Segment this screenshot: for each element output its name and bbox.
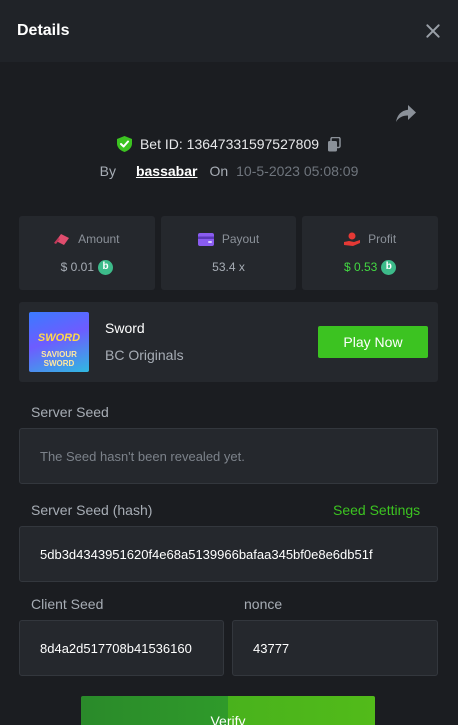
username-link[interactable]: bassabar — [136, 163, 197, 179]
amount-value-row: $ 0.01 b — [60, 259, 114, 275]
shield-check-icon — [116, 136, 132, 152]
server-hash-label: Server Seed (hash) — [31, 502, 153, 518]
server-seed-label: Server Seed — [31, 404, 109, 420]
payout-card: Payout 53.4 x — [160, 216, 297, 290]
bet-stats: Amount $ 0.01 b Payout 53.4 x Profit $ 0… — [19, 216, 439, 290]
chips-icon — [54, 233, 70, 245]
amount-head: Amount — [54, 231, 120, 246]
on-label: On — [209, 163, 229, 179]
amount-value: $ 0.01 — [60, 260, 95, 274]
server-seed-field: The Seed hasn't been revealed yet. — [19, 428, 438, 484]
game-thumbnail[interactable]: SWORD SAVIOUR SWORD — [29, 312, 89, 372]
nonce-label: nonce — [244, 596, 283, 612]
bet-meta-row: By bassabar On 10-5-2023 05:08:09 — [0, 161, 458, 181]
payout-label: Payout — [221, 232, 260, 246]
payout-value-row: 53.4 x — [212, 260, 245, 274]
server-hash-field[interactable]: 5db3d4343951620f4e68a5139966bafaa345bf0e… — [19, 526, 438, 582]
payout-value: 53.4 x — [212, 260, 245, 274]
share-icon[interactable] — [395, 104, 417, 124]
coin-icon: b — [98, 259, 114, 275]
verify-button[interactable]: Verify — [81, 696, 375, 725]
play-now-button[interactable]: Play Now — [318, 326, 428, 358]
thumb-title: SWORD — [37, 332, 81, 344]
profit-value: $ 0.53 — [343, 260, 378, 274]
profit-card: Profit $ 0.53 b — [302, 216, 439, 290]
wallet-icon — [197, 232, 214, 246]
profit-label: Profit — [368, 231, 397, 246]
profit-value-row: $ 0.53 b — [343, 259, 397, 275]
thumb-subtitle: SAVIOUR SWORD — [41, 350, 77, 368]
hand-coin-icon — [344, 232, 361, 246]
game-name: Sword — [105, 320, 145, 336]
game-card: SWORD SAVIOUR SWORD Sword BC Originals P… — [19, 302, 438, 382]
coin-icon: b — [381, 259, 397, 275]
page-title: Details — [17, 22, 70, 39]
seed-settings-link[interactable]: Seed Settings — [333, 502, 420, 518]
bet-id-row: Bet ID: 136473315975278​09 — [0, 134, 458, 154]
payout-head: Payout — [197, 232, 260, 246]
bet-id-text: Bet ID: 136473315975278​09 — [139, 136, 320, 152]
by-label: By — [99, 163, 116, 179]
header-bar: Details — [0, 0, 458, 62]
close-icon[interactable] — [425, 23, 441, 39]
amount-label: Amount — [78, 231, 120, 246]
copy-icon[interactable] — [327, 136, 341, 152]
amount-card: Amount $ 0.01 b — [19, 216, 155, 290]
client-seed-field[interactable]: 8d4a2d517708b41536160 — [19, 620, 224, 676]
nonce-field[interactable]: 43777 — [232, 620, 438, 676]
game-provider: BC Originals — [105, 347, 184, 363]
bet-date: 10-5-2023 05:08:09 — [236, 163, 359, 179]
profit-head: Profit — [344, 232, 396, 246]
client-seed-label: Client Seed — [31, 596, 104, 612]
